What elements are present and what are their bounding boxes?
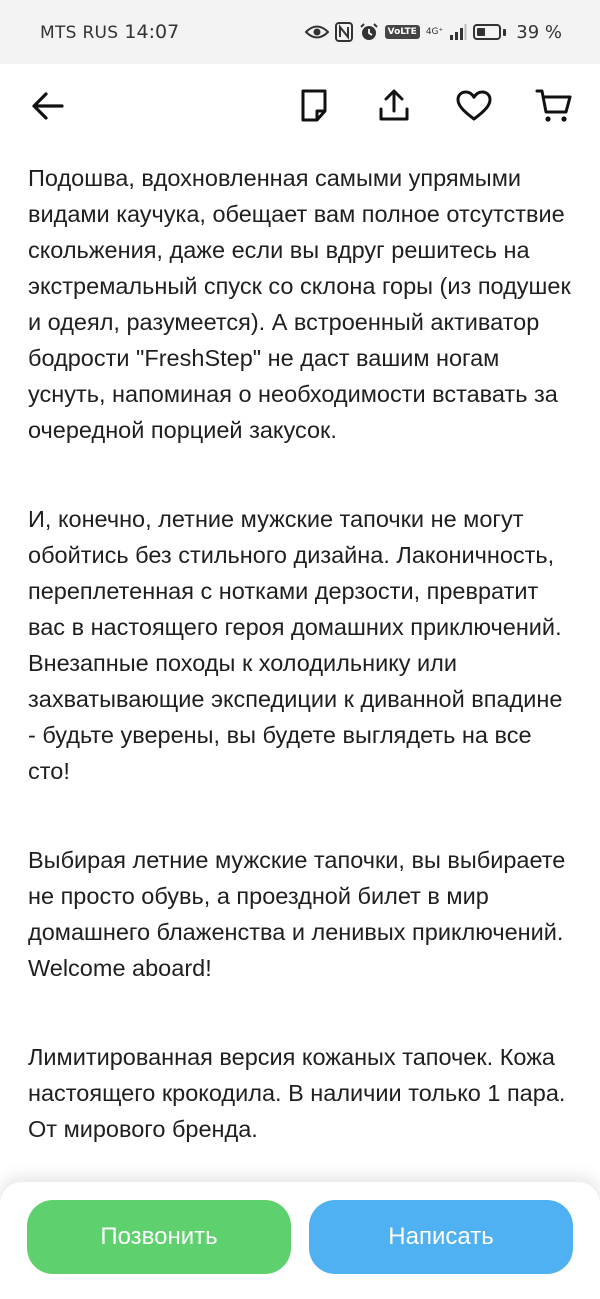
battery-percent: 39 % [516, 21, 562, 43]
heart-icon[interactable] [454, 86, 494, 126]
description-paragraph: Подошва, вдохновленная самыми упрямыми в… [28, 165, 571, 443]
share-icon[interactable] [374, 86, 414, 126]
note-icon[interactable] [294, 86, 334, 126]
battery-body [473, 24, 502, 40]
status-left: MTS RUS 14:07 [40, 21, 179, 43]
signal-icon [449, 23, 467, 41]
status-bar: MTS RUS 14:07 VoLTE 4G⁺ 39 % [0, 0, 600, 64]
screen: MTS RUS 14:07 VoLTE 4G⁺ 39 % Подошва, вд… [0, 0, 600, 1299]
alarm-icon [359, 22, 379, 42]
battery-fill [477, 28, 486, 36]
top-nav [0, 64, 600, 148]
battery-cap [503, 28, 507, 36]
bottom-action-bar: Позвонить Написать [0, 1182, 600, 1299]
back-arrow-icon[interactable] [28, 86, 68, 126]
clock: 14:07 [124, 21, 180, 43]
cart-icon[interactable] [534, 86, 574, 126]
network-type: 4G⁺ [425, 26, 444, 37]
network-label: 4G⁺ [425, 26, 444, 37]
call-button[interactable]: Позвонить [27, 1200, 291, 1274]
eye-icon [304, 24, 329, 40]
product-description: Подошва, вдохновленная самыми упрямыми в… [28, 160, 576, 1200]
nfc-icon [334, 22, 353, 42]
description-paragraph: Выбирая летние мужские тапочки, вы выбир… [28, 847, 566, 981]
carrier-name: MTS RUS [40, 23, 119, 43]
battery-icon [473, 24, 507, 40]
status-right: VoLTE 4G⁺ 39 % [304, 21, 562, 43]
description-paragraph: Лимитированная версия кожаных тапочек. К… [28, 1044, 566, 1142]
volte-badge: VoLTE [384, 25, 420, 39]
write-message-button[interactable]: Написать [309, 1200, 573, 1274]
nav-actions [294, 86, 574, 126]
description-paragraph: И, конечно, летние мужские тапочки не мо… [28, 506, 563, 784]
